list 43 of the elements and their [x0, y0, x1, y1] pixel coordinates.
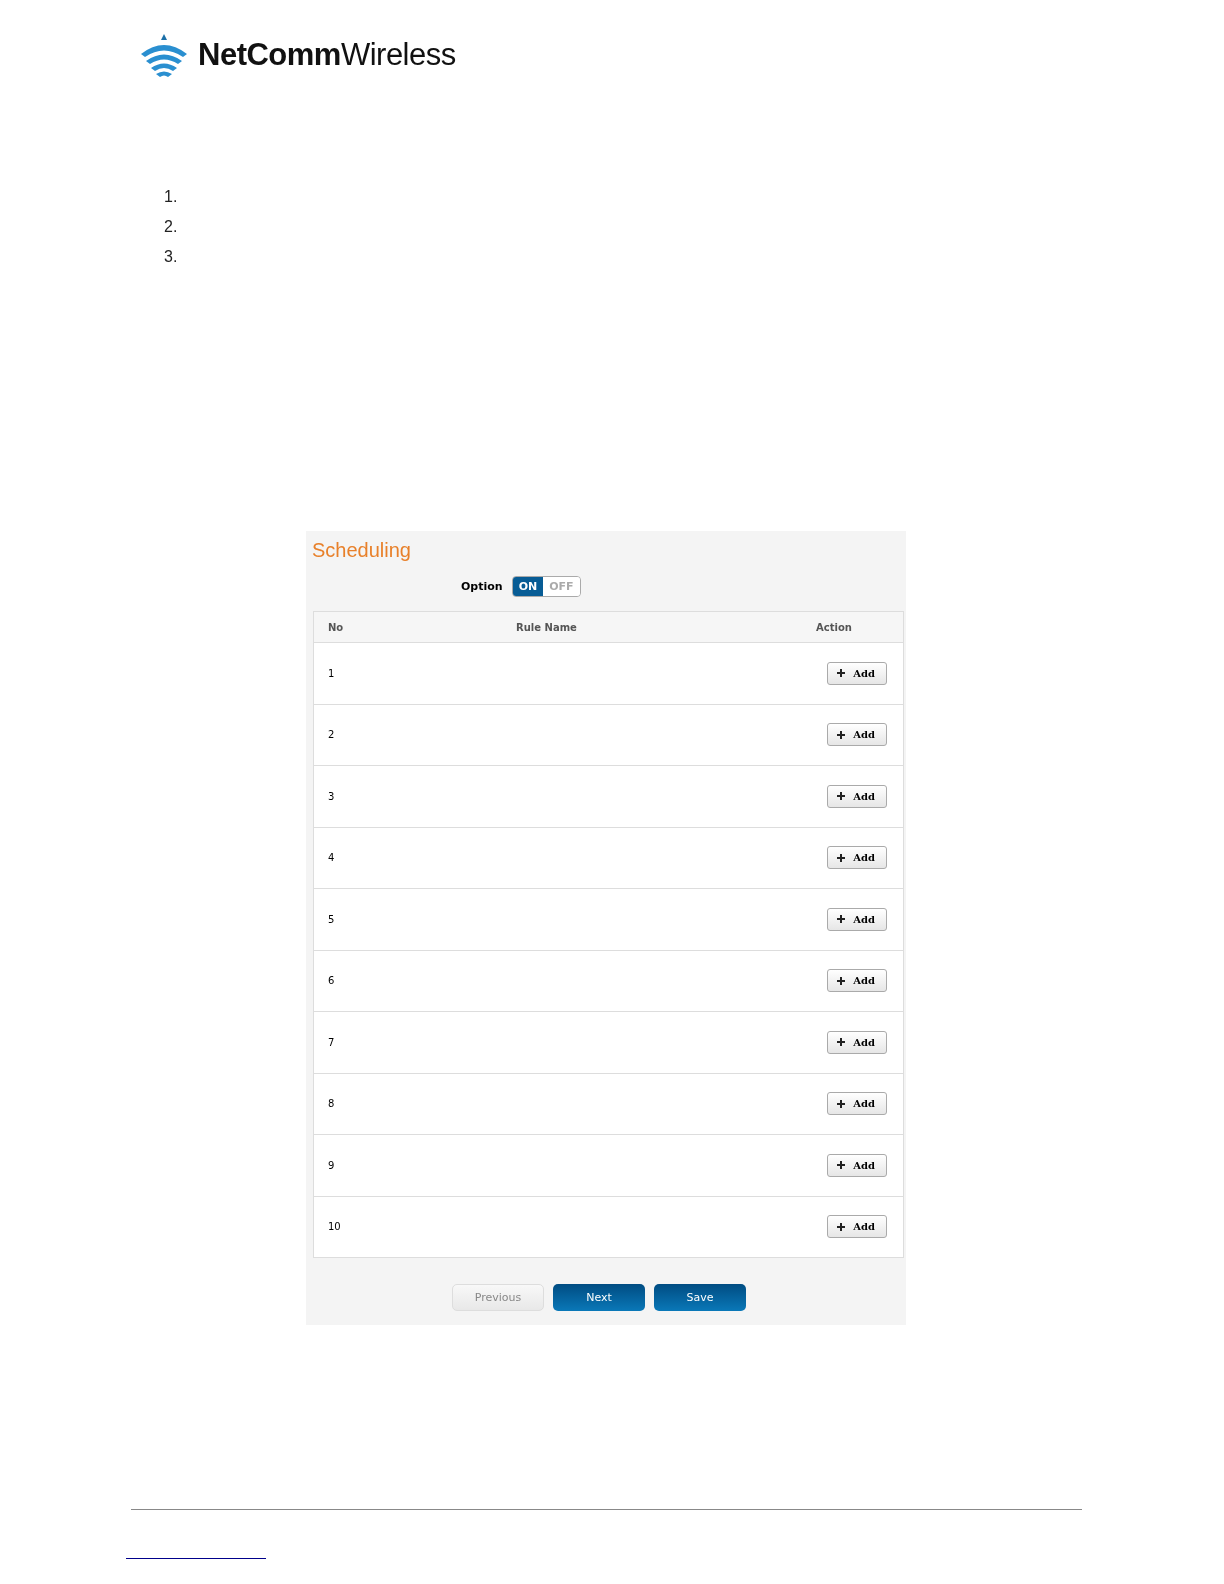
row-number: 8	[327, 1098, 336, 1110]
row-number: 9	[327, 1159, 336, 1171]
add-button[interactable]: Add	[827, 1092, 887, 1116]
row-number: 2	[327, 729, 336, 741]
plus-icon	[837, 1099, 846, 1108]
plus-icon	[837, 792, 846, 801]
column-header: Action	[816, 621, 852, 633]
toggle-on[interactable]: ON	[512, 577, 544, 596]
logo-text: NetCommWireless	[198, 37, 456, 73]
panel-title: Scheduling	[312, 539, 412, 562]
column-header: No	[327, 621, 345, 633]
add-button[interactable]: Add	[827, 907, 887, 931]
list-number: 2.	[164, 217, 178, 237]
add-button[interactable]: Add	[827, 661, 887, 685]
add-button[interactable]: Add	[827, 1030, 887, 1054]
plus-icon	[837, 1161, 846, 1170]
add-button[interactable]: Add	[827, 1215, 887, 1239]
add-button[interactable]: Add	[827, 784, 887, 808]
plus-icon	[837, 915, 846, 924]
add-button[interactable]: Add	[827, 969, 887, 993]
plus-icon	[837, 1222, 846, 1231]
nav-button[interactable]: Next	[553, 1284, 645, 1311]
nav-button[interactable]: Save	[654, 1284, 746, 1311]
row-number: 4	[327, 852, 336, 864]
list-number: 3.	[164, 247, 178, 267]
list-number: 1.	[164, 187, 178, 207]
plus-icon	[837, 730, 846, 739]
add-button[interactable]: Add	[827, 723, 887, 747]
plus-icon	[837, 669, 846, 678]
add-button[interactable]: Add	[827, 846, 887, 870]
row-number: 6	[327, 975, 336, 987]
plus-icon	[837, 976, 846, 985]
row-number: 7	[327, 1036, 336, 1048]
add-button[interactable]: Add	[827, 1153, 887, 1177]
column-header: Rule Name	[515, 621, 578, 633]
row-number: 5	[327, 913, 336, 925]
option-label: Option	[461, 580, 503, 593]
row-number: 10	[327, 1221, 342, 1233]
plus-icon	[837, 853, 846, 862]
plus-icon	[837, 1038, 846, 1047]
on-off-toggle[interactable]: ON OFF	[511, 576, 581, 597]
row-number: 1	[327, 667, 336, 679]
row-number: 3	[327, 790, 336, 802]
